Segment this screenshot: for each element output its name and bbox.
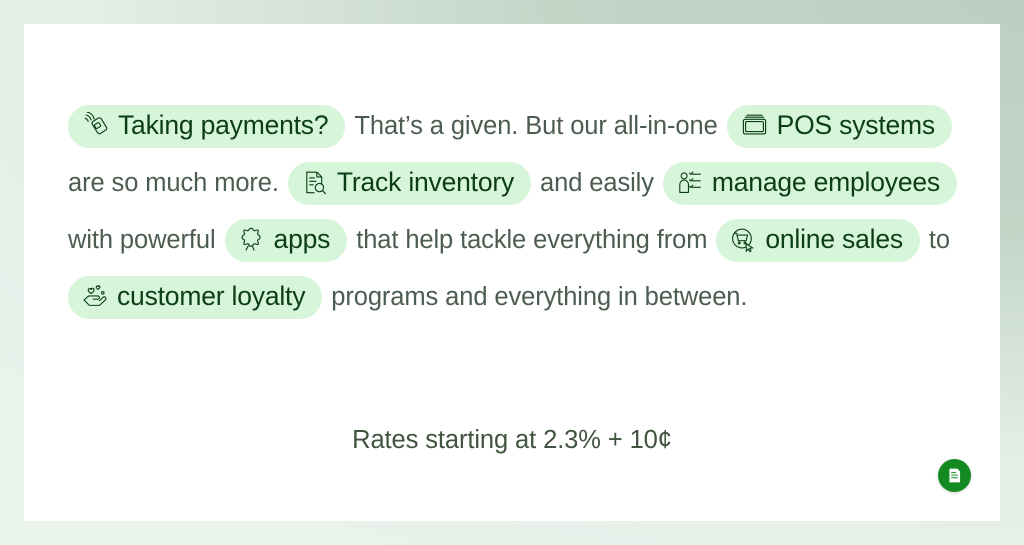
headline-line-1: Taking payments? That’s a given. But our… xyxy=(68,98,998,155)
pill-label: Track inventory xyxy=(336,166,515,197)
promo-card: Taking payments? That’s a given. But our… xyxy=(24,24,1000,521)
pill-label: online sales xyxy=(765,223,903,254)
pill-taking-payments[interactable]: Taking payments? xyxy=(68,104,346,149)
receipt-document-button[interactable] xyxy=(938,459,971,492)
pill-track-inventory[interactable]: Track inventory xyxy=(287,161,532,206)
hand-hearts-icon xyxy=(82,284,108,310)
person-checklist-icon xyxy=(677,170,703,196)
headline-copy-block: Taking payments? That’s a given. But our… xyxy=(68,98,998,326)
headline-text-2b: and easily xyxy=(540,168,654,197)
document-search-icon xyxy=(302,170,328,196)
headline-text-1a: That’s a given. But our all-in-one xyxy=(354,111,718,140)
receipt-document-icon xyxy=(946,467,963,484)
headline-text-3c: to xyxy=(928,225,950,254)
pos-terminal-icon xyxy=(741,112,768,139)
headline-line-2: are so much more. Track inventory and ea… xyxy=(68,155,998,212)
puzzle-piece-icon xyxy=(239,227,265,253)
pill-pos-systems[interactable]: POS systems xyxy=(726,104,952,149)
pill-label: POS systems xyxy=(776,109,936,140)
pill-label: manage employees xyxy=(711,166,940,197)
headline-text-4a: programs and everything in between. xyxy=(331,282,748,311)
headline-line-4: customer loyalty programs and everything… xyxy=(68,269,998,326)
pill-label: apps xyxy=(273,223,331,254)
pill-label: customer loyalty xyxy=(117,280,306,311)
contactless-payment-icon xyxy=(82,112,109,139)
headline-line-3: with powerful apps that help tackle ever… xyxy=(68,212,998,269)
headline-text-3b: that help tackle everything from xyxy=(356,225,708,254)
cart-cursor-icon xyxy=(730,227,756,253)
headline-text-3a: with powerful xyxy=(68,225,216,254)
pill-customer-loyalty[interactable]: customer loyalty xyxy=(68,275,323,320)
pill-label: Taking payments? xyxy=(118,109,329,140)
pill-manage-employees[interactable]: manage employees xyxy=(662,161,957,206)
pill-apps[interactable]: apps xyxy=(224,218,348,263)
rates-text: Rates starting at 2.3% + 10¢ xyxy=(352,426,672,454)
page-root: Taking payments? That’s a given. But our… xyxy=(0,0,1024,545)
headline-text-2a: are so much more. xyxy=(68,168,279,197)
pill-online-sales[interactable]: online sales xyxy=(716,218,920,263)
